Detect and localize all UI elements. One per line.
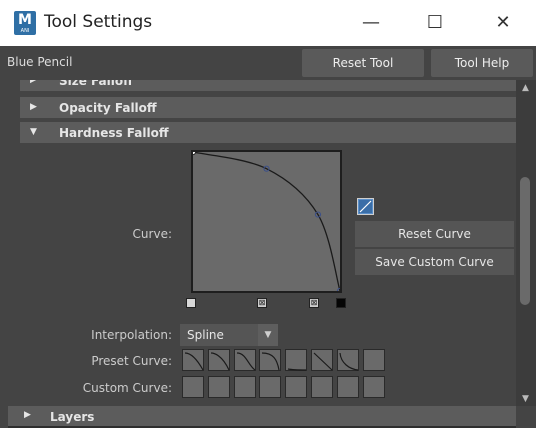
expand-arrow-icon: ▶: [30, 80, 37, 85]
preset-curve-swatch[interactable]: [207, 349, 230, 371]
bottom-area: ▶ Layers: [0, 406, 536, 428]
window-title: Tool Settings: [44, 12, 153, 32]
preset-curve-swatch[interactable]: [362, 349, 385, 371]
reset-tool-button[interactable]: Reset Tool: [302, 49, 424, 77]
custom-curve-swatch[interactable]: [311, 376, 333, 398]
vertical-scrollbar[interactable]: ▲ ▼: [516, 80, 536, 406]
expand-arrow-icon: ▶: [30, 102, 37, 112]
collapse-arrow-icon: ▼: [30, 127, 37, 137]
tool-help-button[interactable]: Tool Help: [431, 49, 533, 77]
preset-curve-swatch[interactable]: [311, 349, 333, 371]
scrollbar-thumb[interactable]: [520, 177, 530, 305]
custom-curve-swatch[interactable]: [259, 376, 282, 398]
chevron-down-icon: ▼: [258, 324, 278, 346]
curve-label: Curve:: [132, 227, 172, 241]
scroll-up-arrow-icon[interactable]: ▲: [520, 83, 531, 93]
tool-name: Blue Pencil: [7, 55, 73, 69]
app-icon-letter: M: [18, 12, 32, 28]
custom-curve-label: Custom Curve:: [82, 381, 172, 395]
interpolation-dropdown[interactable]: Spline ▼: [180, 324, 278, 346]
expand-arrow-icon: ▶: [24, 410, 31, 420]
save-custom-curve-button[interactable]: Save Custom Curve: [355, 249, 514, 275]
custom-curve-swatch[interactable]: [285, 376, 308, 398]
tool-header: Blue Pencil Reset Tool Tool Help: [0, 46, 536, 80]
minimize-button[interactable]: —: [356, 8, 386, 38]
title-bar: M ANI Tool Settings — ☐ ✕: [0, 0, 536, 46]
section-opacity-falloff[interactable]: ▶ Opacity Falloff: [20, 97, 516, 118]
section-label: Hardness Falloff: [59, 126, 169, 140]
preset-curve-swatch[interactable]: [336, 349, 359, 371]
settings-panel: ▶ Size Falloff ▶ Opacity Falloff ▼ Hardn…: [8, 80, 516, 406]
curve-plot: [193, 152, 340, 291]
custom-curve-swatch[interactable]: [336, 376, 359, 398]
close-button[interactable]: ✕: [488, 8, 518, 38]
preset-curve-swatch[interactable]: [285, 349, 308, 371]
section-layers[interactable]: ▶ Layers: [8, 406, 516, 426]
reset-curve-button[interactable]: Reset Curve: [355, 221, 514, 247]
preset-curve-swatch[interactable]: [182, 349, 204, 371]
preset-curve-label: Preset Curve:: [91, 354, 172, 368]
custom-curve-swatch[interactable]: [233, 376, 256, 398]
section-label: Size Falloff: [59, 80, 133, 88]
key-marker-icon[interactable]: ⊠: [309, 298, 319, 308]
maximize-button[interactable]: ☐: [420, 8, 450, 38]
interpolation-value: Spline: [187, 328, 224, 342]
section-hardness-falloff[interactable]: ▼ Hardness Falloff: [20, 122, 516, 143]
section-size-falloff[interactable]: ▶ Size Falloff: [20, 80, 516, 91]
preset-curve-swatch[interactable]: [259, 349, 282, 371]
custom-curve-swatch[interactable]: [362, 376, 385, 398]
section-label: Layers: [50, 410, 95, 424]
maya-app-icon: M ANI: [14, 11, 36, 35]
scroll-down-arrow-icon[interactable]: ▼: [520, 394, 531, 404]
curve-edit-icon[interactable]: [357, 198, 374, 215]
interpolation-label: Interpolation:: [91, 328, 172, 342]
custom-curve-swatch[interactable]: [207, 376, 230, 398]
section-label: Opacity Falloff: [59, 101, 157, 115]
custom-curve-swatch[interactable]: [182, 376, 204, 398]
black-key-marker[interactable]: [336, 298, 346, 308]
white-key-marker[interactable]: [186, 298, 196, 308]
curve-control-point[interactable]: [193, 152, 197, 156]
app-icon-sub: ANI: [20, 28, 30, 34]
falloff-curve: [193, 152, 340, 291]
curve-graph[interactable]: [191, 150, 342, 293]
key-marker-icon[interactable]: ⊠: [257, 298, 267, 308]
preset-curve-swatch[interactable]: [233, 349, 256, 371]
